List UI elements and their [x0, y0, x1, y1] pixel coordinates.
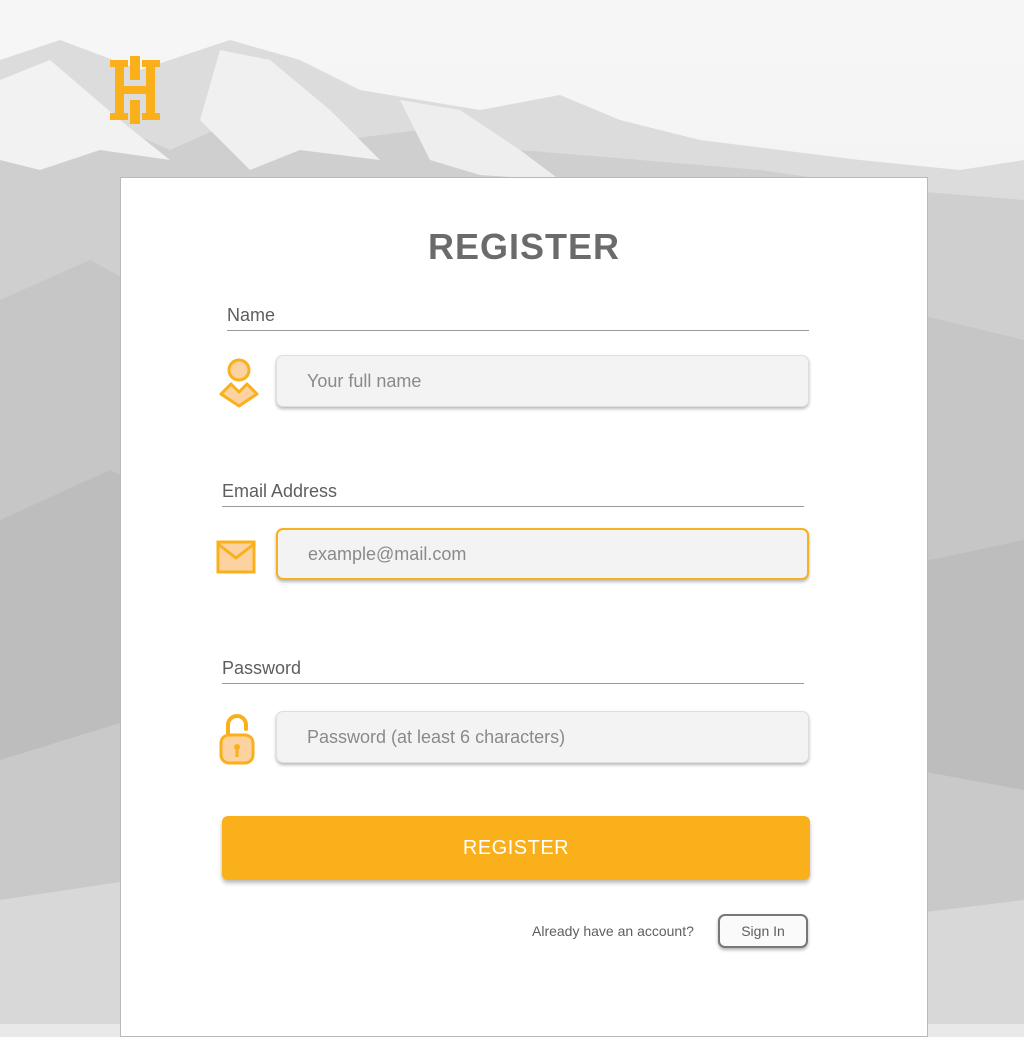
user-icon	[219, 358, 259, 408]
sign-in-button[interactable]: Sign In	[718, 914, 808, 948]
password-label: Password	[222, 658, 804, 684]
already-have-account-text: Already have an account?	[532, 923, 694, 939]
password-input[interactable]	[276, 711, 809, 763]
form-title: REGISTER	[427, 226, 621, 267]
register-card: REGISTER Name Email Address Password REG…	[120, 177, 928, 1037]
email-label: Email Address	[222, 481, 804, 507]
email-input[interactable]	[276, 528, 809, 580]
brand-logo-icon	[110, 56, 160, 124]
name-input[interactable]	[276, 355, 809, 407]
register-button[interactable]: REGISTER	[222, 816, 810, 880]
unlocked-padlock-icon	[219, 714, 255, 765]
envelope-icon	[216, 540, 256, 574]
name-label: Name	[227, 305, 809, 331]
